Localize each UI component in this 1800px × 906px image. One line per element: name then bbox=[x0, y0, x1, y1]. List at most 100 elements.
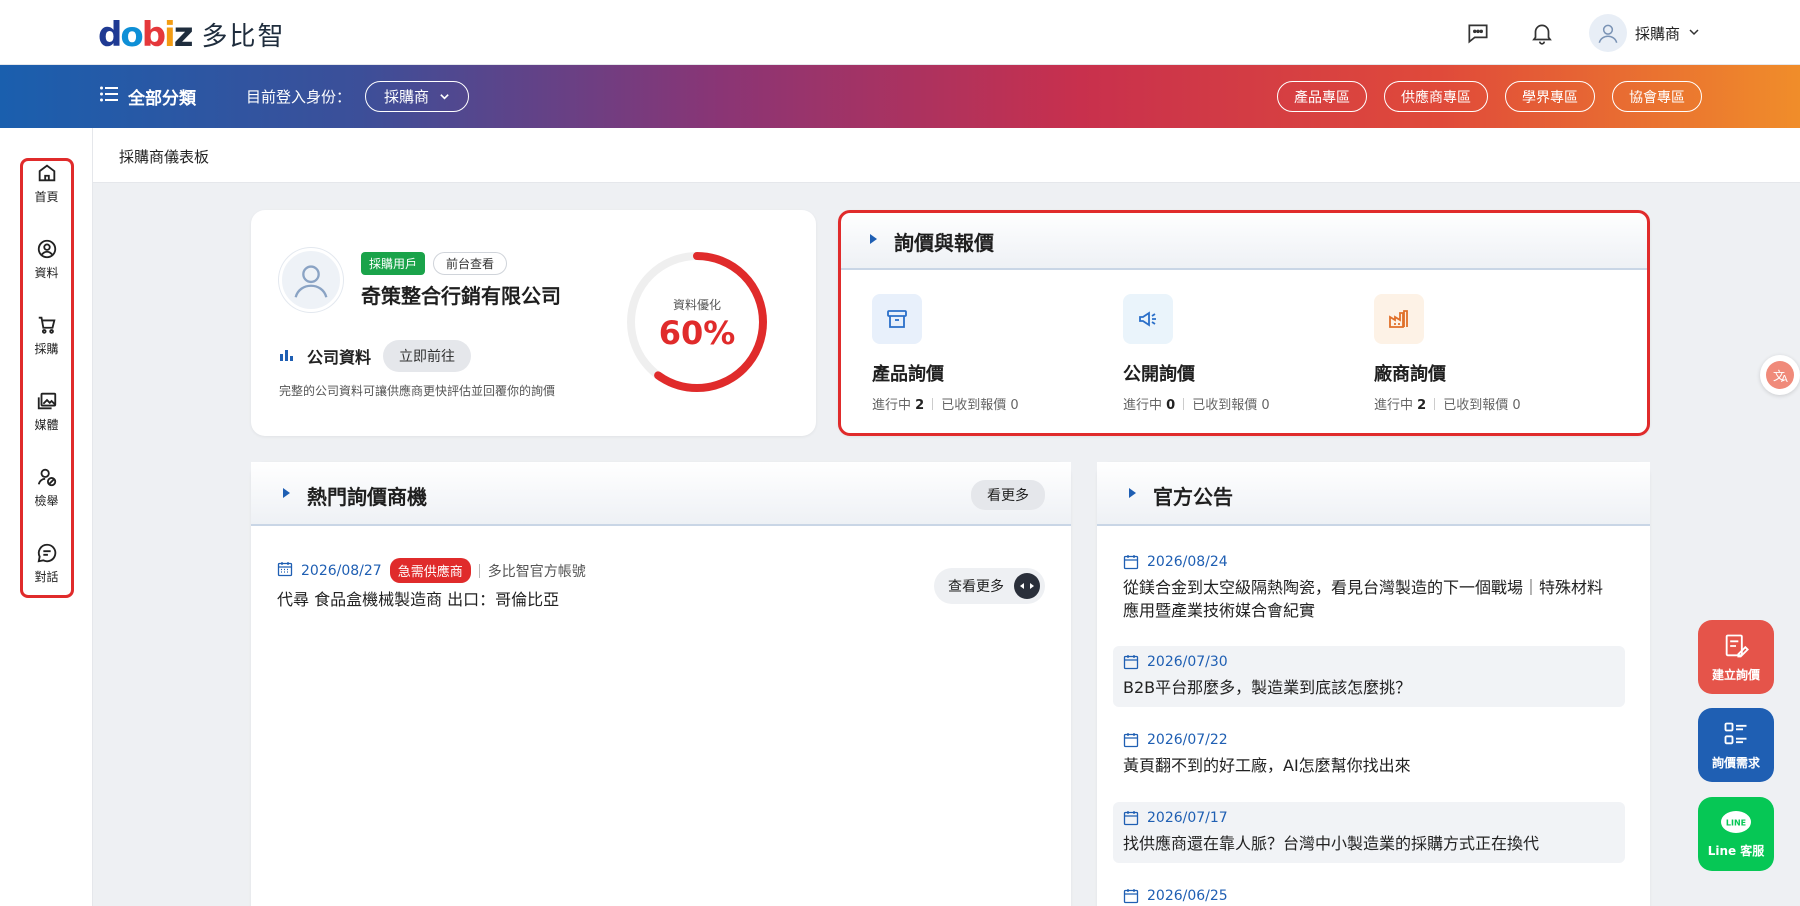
go-now-button[interactable]: 立即前往 bbox=[383, 340, 472, 372]
translate-button[interactable]: 文A bbox=[1760, 355, 1800, 395]
arrows-icon bbox=[1014, 573, 1040, 599]
fab-label: 建立詢價 bbox=[1711, 667, 1760, 682]
translate-icon: 文A bbox=[1766, 361, 1794, 389]
urgent-badge: 急需供應商 bbox=[389, 558, 471, 583]
inquiry-needs-button[interactable]: 詢價需求 bbox=[1698, 708, 1774, 782]
inquiry-title: 廠商詢價 bbox=[1374, 364, 1446, 385]
inquiry-title: 產品詢價 bbox=[872, 364, 944, 385]
card-header: 官方公告 bbox=[1097, 462, 1650, 526]
public-inquiry-item[interactable]: 公開詢價 進行中 0 已收到報價 0 bbox=[1123, 294, 1343, 413]
list-icon bbox=[1724, 722, 1747, 744]
hot-opportunities-card: 熱門詢價商機 看更多 2026/08/27 急需供應商 多比智官方帳號 代尋 食… bbox=[251, 462, 1071, 906]
brand-name: 多比智 bbox=[201, 22, 286, 52]
announcement-item[interactable]: 2026/07/22 黃頁翻不到的好工廠，AI怎麼幫你找出來 bbox=[1113, 724, 1625, 785]
announcements-card: 官方公告 2026/08/24 從鎂合金到太空級隔熱陶瓷，看見台灣製造的下一個戰… bbox=[1097, 462, 1650, 906]
nav-link-products[interactable]: 產品專區 bbox=[1277, 81, 1367, 112]
announcement-title: 找供應商還在靠人脈？台灣中小製造業的採購方式正在換代 bbox=[1123, 834, 1540, 853]
calendar-icon bbox=[1123, 889, 1139, 904]
company-name: 奇策整合行銷有限公司 bbox=[361, 284, 561, 308]
calendar-icon bbox=[1123, 733, 1139, 748]
inquiry-stats: 進行中 0 已收到報價 0 bbox=[1123, 397, 1270, 413]
calendar-icon bbox=[1123, 555, 1139, 570]
category-nav-bar: 全部分類 目前登入身份： 採購商 產品專區 供應商專區 學界專區 協會專區 bbox=[0, 65, 1800, 128]
company-description: 完整的公司資料可讓供應商更快評估並回覆你的詢價 bbox=[279, 384, 556, 398]
svg-text:LINE: LINE bbox=[1726, 818, 1746, 827]
announcement-item[interactable]: 2026/07/30 B2B平台那麼多，製造業到底該怎麼挑？ bbox=[1113, 646, 1625, 708]
edit-note-icon bbox=[1725, 634, 1749, 657]
company-info-label: 公司資料 bbox=[307, 348, 372, 367]
announcement-item[interactable]: 2026/08/24 從鎂合金到太空級隔熱陶瓷，看見台灣製造的下一個戰場｜特殊材… bbox=[1113, 546, 1625, 630]
inquiry-stats: 進行中 2 已收到報價 0 bbox=[1374, 397, 1521, 413]
bell-icon[interactable] bbox=[1525, 16, 1559, 50]
announcement-item[interactable]: 2026/07/17 找供應商還在靠人脈？台灣中小製造業的採購方式正在換代 bbox=[1113, 802, 1625, 864]
card-header: 熱門詢價商機 看更多 bbox=[251, 462, 1071, 526]
nav-link-suppliers[interactable]: 供應商專區 bbox=[1384, 81, 1488, 112]
announcement-date: 2026/08/24 bbox=[1147, 554, 1228, 570]
announcement-date: 2026/07/17 bbox=[1147, 810, 1228, 826]
chevron-down-icon bbox=[1688, 24, 1700, 42]
product-inquiry-item[interactable]: 產品詢價 進行中 2 已收到報價 0 bbox=[872, 294, 1092, 413]
role-select-value: 採購商 bbox=[384, 88, 430, 106]
announcement-date: 2026/06/25 bbox=[1147, 888, 1228, 904]
card-header: 詢價與報價 bbox=[838, 210, 1650, 270]
factory-icon bbox=[1374, 294, 1424, 344]
user-type-badge: 採購用戶 bbox=[361, 252, 426, 275]
message-icon[interactable] bbox=[1461, 16, 1495, 50]
page-title: 採購商儀表板 bbox=[119, 148, 210, 166]
calendar-icon bbox=[1123, 655, 1139, 670]
fab-label: 詢價需求 bbox=[1711, 755, 1760, 770]
bar-chart-icon bbox=[279, 346, 295, 366]
announcement-title: 從鎂合金到太空級隔熱陶瓷，看見台灣製造的下一個戰場｜特殊材料應用暨產業技術媒合會… bbox=[1123, 578, 1604, 621]
opportunity-source: 多比智官方帳號 bbox=[487, 563, 586, 580]
announcement-date: 2026/07/22 bbox=[1147, 732, 1228, 748]
logo-mark: dobiz bbox=[98, 14, 193, 55]
company-avatar bbox=[279, 248, 343, 312]
vendor-inquiry-item[interactable]: 廠商詢價 進行中 2 已收到報價 0 bbox=[1374, 294, 1594, 413]
role-label: 目前登入身份： bbox=[246, 88, 352, 106]
see-more-button[interactable]: 看更多 bbox=[971, 480, 1045, 510]
card-title: 詢價與報價 bbox=[894, 231, 994, 255]
announcement-item[interactable]: 2026/06/25 bbox=[1113, 880, 1625, 906]
header-actions: 採購商 bbox=[1461, 14, 1700, 52]
announcement-title: B2B平台那麼多，製造業到底該怎麼挑？ bbox=[1123, 678, 1412, 697]
user-menu[interactable]: 採購商 bbox=[1588, 14, 1700, 52]
inquiry-title: 公開詢價 bbox=[1123, 364, 1195, 385]
user-role: 採購商 bbox=[1634, 24, 1680, 43]
logo[interactable]: dobiz 多比智 bbox=[98, 16, 286, 53]
sidebar-highlight-frame bbox=[20, 158, 74, 598]
triangle-icon bbox=[870, 234, 877, 244]
view-more-label: 查看更多 bbox=[948, 579, 1004, 595]
opportunity-title[interactable]: 代尋 食品盒機械製造商 出口：哥倫比亞 bbox=[277, 586, 559, 610]
breadcrumb: 採購商儀表板 bbox=[93, 128, 1800, 183]
triangle-icon bbox=[1129, 488, 1136, 498]
triangle-icon bbox=[283, 488, 290, 498]
all-categories-button[interactable]: 全部分類 bbox=[100, 84, 196, 109]
megaphone-icon bbox=[1123, 294, 1173, 344]
opportunity-meta: 2026/08/27 急需供應商 多比智官方帳號 bbox=[277, 558, 586, 583]
avatar bbox=[1588, 14, 1627, 52]
calendar-icon bbox=[277, 561, 293, 581]
fab-label: Line 客服 bbox=[1707, 843, 1765, 858]
line-support-button[interactable]: LINE Line 客服 bbox=[1698, 797, 1774, 871]
card-title: 熱門詢價商機 bbox=[307, 485, 427, 509]
inquiry-stats: 進行中 2 已收到報價 0 bbox=[872, 397, 1019, 413]
nav-link-associations[interactable]: 協會專區 bbox=[1612, 81, 1702, 112]
archive-box-icon bbox=[872, 294, 922, 344]
announcement-title: 黃頁翻不到的好工廠，AI怎麼幫你找出來 bbox=[1123, 756, 1411, 775]
opportunity-date: 2026/08/27 bbox=[301, 562, 382, 579]
announcement-date: 2026/07/30 bbox=[1147, 654, 1228, 670]
inquiry-quote-card: 詢價與報價 產品詢價 進行中 2 已收到報價 0 公開詢價 進行中 0 已收到報… bbox=[838, 210, 1650, 436]
gauge-value: 60% bbox=[658, 314, 736, 352]
svg-text:A: A bbox=[1781, 374, 1788, 385]
view-more-button[interactable]: 查看更多 bbox=[934, 568, 1045, 604]
calendar-icon bbox=[1123, 811, 1139, 826]
profile-card: 採購用戶 前台查看 奇策整合行銷有限公司 公司資料 立即前往 完整的公司資料可讓… bbox=[251, 210, 816, 436]
create-inquiry-button[interactable]: 建立詢價 bbox=[1698, 620, 1774, 694]
nav-link-academia[interactable]: 學界專區 bbox=[1505, 81, 1595, 112]
menu-icon bbox=[100, 86, 118, 107]
all-categories-label: 全部分類 bbox=[128, 89, 196, 109]
top-header: dobiz 多比智 採購商 bbox=[0, 0, 1800, 65]
chevron-down-icon bbox=[439, 88, 450, 106]
role-select[interactable]: 採購商 bbox=[365, 81, 470, 112]
front-view-button[interactable]: 前台查看 bbox=[433, 252, 508, 275]
